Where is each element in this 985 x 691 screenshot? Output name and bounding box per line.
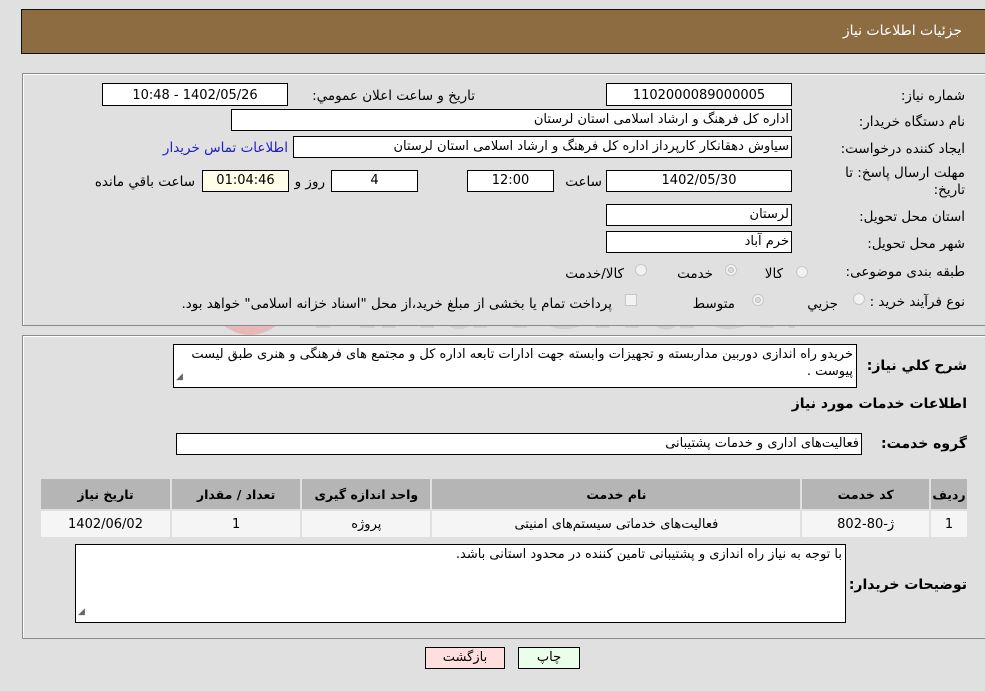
deadline-time-field: 12:00 [467, 170, 554, 192]
cell-need-date: 1402/06/02 [38, 509, 173, 539]
resize-grip-icon[interactable]: ◢ [78, 604, 85, 621]
need-number-field: 1102000089000005 [606, 83, 792, 106]
time-remaining-label: ساعت باقي مانده [94, 174, 195, 190]
col-unit: واحد اندازه گیری [300, 477, 433, 511]
col-row-number: ردیف [929, 477, 969, 511]
process-radio-medium[interactable] [752, 294, 764, 306]
city-label: شهر محل تحویل: [867, 236, 965, 252]
description-text: خریدو راه اندازی دوربین مداربسته و تجهیز… [191, 347, 853, 379]
description-label: شرح کلي نیاز: [866, 358, 967, 374]
city-field: خرم آباد [606, 231, 792, 253]
print-button[interactable]: چاپ [518, 647, 580, 669]
cell-service-name: فعالیت‌های خدماتی سیستم‌های امنیتی [430, 509, 803, 539]
category-radio-service[interactable] [725, 264, 737, 276]
back-button[interactable]: بازگشت [425, 647, 505, 669]
service-group-label: گروه خدمت: [881, 436, 967, 452]
table-header-row: ردیف کد خدمت نام خدمت واحد اندازه گیری ت… [38, 477, 969, 511]
col-quantity: تعداد / مقدار [170, 477, 303, 511]
cell-unit: پروژه [300, 509, 433, 539]
days-remaining-field: 4 [331, 170, 418, 192]
category-radio-goods-service[interactable] [635, 264, 647, 276]
deadline-label-date: تاریخ: [933, 182, 965, 198]
category-option-service: خدمت [677, 266, 713, 282]
buyer-notes-text: با توجه به نیاز راه اندازی و پشتیبانی تا… [455, 547, 842, 562]
deadline-time-label: ساعت [565, 174, 602, 190]
time-remaining-field: 01:04:46 [202, 170, 289, 192]
category-option-goods: کالا [764, 266, 783, 282]
buyer-contact-link[interactable]: اطلاعات تماس خریدار [163, 140, 288, 156]
process-option-minor: جزيي [807, 296, 838, 312]
page-title: جزئیات اطلاعات نیاز [842, 23, 962, 39]
page-header: جزئیات اطلاعات نیاز [21, 9, 985, 54]
buyer-notes-label: توضیحات خریدار: [848, 577, 967, 593]
province-label: استان محل تحویل: [859, 209, 965, 225]
treasury-note: پرداخت تمام یا بخشی از مبلغ خرید،از محل … [181, 296, 612, 312]
col-service-name: نام خدمت [430, 477, 803, 511]
creator-field: سیاوش دهقانکار کارپرداز اداره کل فرهنگ و… [293, 136, 792, 158]
cell-row-number: 1 [929, 509, 969, 539]
process-label: نوع فرآیند خرید : [869, 294, 965, 310]
category-option-goods-service: کالا/خدمت [565, 266, 624, 282]
announce-date-label: تاریخ و ساعت اعلان عمومي: [312, 88, 475, 104]
province-field: لرستان [606, 204, 792, 226]
col-need-date: تاریخ نیاز [38, 477, 173, 511]
services-section-title: اطلاعات خدمات مورد نیاز [791, 396, 967, 412]
buyer-org-field: اداره کل فرهنگ و ارشاد اسلامی استان لرست… [231, 109, 792, 131]
description-textarea[interactable]: خریدو راه اندازی دوربین مداربسته و تجهیز… [173, 344, 857, 388]
resize-grip-icon[interactable]: ◢ [176, 369, 183, 386]
deadline-label: مهلت ارسال پاسخ: تا [845, 165, 965, 181]
cell-quantity: 1 [170, 509, 303, 539]
process-option-medium: متوسط [692, 296, 735, 312]
buyer-notes-textarea[interactable]: با توجه به نیاز راه اندازی و پشتیبانی تا… [75, 544, 846, 623]
table-row: 1 ژ-80-802 فعالیت‌های خدماتی سیستم‌های ا… [38, 509, 969, 539]
services-table: ردیف کد خدمت نام خدمت واحد اندازه گیری ت… [38, 477, 969, 539]
deadline-date-field: 1402/05/30 [606, 170, 792, 192]
col-service-code: کد خدمت [800, 477, 932, 511]
creator-label: ایجاد کننده درخواست: [840, 141, 965, 157]
need-number-label: شماره نیاز: [900, 88, 965, 104]
announce-date-field: 1402/05/26 - 10:48 [102, 83, 288, 106]
buyer-org-label: نام دستگاه خریدار: [858, 114, 965, 130]
category-radio-goods[interactable] [796, 266, 808, 278]
cell-service-code: ژ-80-802 [800, 509, 932, 539]
treasury-checkbox[interactable] [625, 294, 637, 306]
process-radio-minor[interactable] [853, 293, 865, 305]
days-label: روز و [294, 174, 325, 190]
service-group-field: فعالیت‌های اداری و خدمات پشتیبانی [176, 433, 862, 455]
category-label: طبقه بندی موضوعی: [845, 264, 965, 280]
